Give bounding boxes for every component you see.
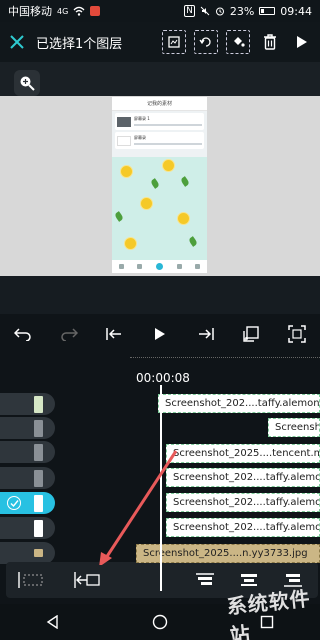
trash-icon <box>264 34 276 50</box>
preview-top-band <box>0 62 320 96</box>
align-start-icon <box>18 572 43 588</box>
phone-card-2-title: 屏幕录 <box>134 134 146 140</box>
alarm-icon <box>215 7 224 16</box>
replace-icon <box>199 37 211 47</box>
battery-icon <box>259 7 276 15</box>
fullscreen-button[interactable] <box>285 322 309 346</box>
lemon-wallpaper <box>112 157 207 262</box>
phone-tab-bar <box>112 260 207 273</box>
carrier-label: 中国移动 <box>8 5 52 18</box>
trim-icon <box>74 572 100 588</box>
crop-layer-button[interactable] <box>162 30 186 54</box>
annotation-arrow <box>99 450 178 565</box>
back-button[interactable] <box>41 610 65 634</box>
play-icon <box>154 328 165 340</box>
top-toolbar: 已选择1个图层 <box>0 22 320 62</box>
network-label: 4G <box>57 6 69 16</box>
zoom-icon <box>20 76 35 91</box>
zoom-button[interactable] <box>14 70 40 96</box>
battery-label: 23% <box>229 4 255 18</box>
home-button[interactable] <box>148 610 172 634</box>
phone-card-2: 屏幕录 <box>115 132 204 149</box>
notification-icon <box>90 6 101 16</box>
redo-icon <box>60 328 78 341</box>
phone-card-1-title: 屏幕录 1 <box>134 115 150 121</box>
preview-bottom-band <box>0 276 320 314</box>
align-top-button[interactable] <box>190 568 220 592</box>
close-icon[interactable] <box>6 31 28 53</box>
fullscreen-icon <box>288 325 306 343</box>
undo-button[interactable] <box>11 322 35 346</box>
add-layer-button[interactable] <box>239 322 263 346</box>
play-icon <box>297 36 307 48</box>
playback-controls <box>0 318 320 350</box>
clock-label: 09:44 <box>280 4 312 18</box>
wifi-icon <box>73 6 85 16</box>
phone-card-1: 屏幕录 1 <box>115 113 204 130</box>
mute-icon <box>200 6 210 16</box>
crop-icon <box>168 36 180 48</box>
nfc-icon: N <box>184 5 195 17</box>
paint-bucket-icon <box>234 37 245 47</box>
phone-screenshot-preview: 记我的素材 屏幕录 1 屏幕录 <box>112 97 207 273</box>
trim-to-playhead-button[interactable] <box>72 568 102 592</box>
redo-button[interactable] <box>57 322 81 346</box>
phone-app-title: 记我的素材 <box>112 97 207 111</box>
align-middle-icon <box>241 574 257 586</box>
jump-end-icon <box>198 328 214 340</box>
delete-layer-button[interactable] <box>258 30 282 54</box>
undo-icon <box>13 328 31 341</box>
app-screen: 中国移动 4G N 23% 09:44 已选择1个图层 记我的素材 屏幕录 1 … <box>0 0 320 640</box>
jump-start-icon <box>106 328 122 340</box>
watermark-text: 系统软件站 <box>225 586 312 640</box>
selection-title: 已选择1个图层 <box>36 36 123 52</box>
play-button[interactable] <box>148 322 172 346</box>
jump-start-button[interactable] <box>102 322 126 346</box>
add-layer-icon <box>243 326 260 342</box>
play-preview-button[interactable] <box>290 30 314 54</box>
timeline[interactable]: 00:00:08 Screenshot_202....taffy.alemon.… <box>0 355 320 591</box>
adjust-layer-button[interactable] <box>226 30 250 54</box>
jump-end-button[interactable] <box>194 322 218 346</box>
align-start-button[interactable] <box>16 568 46 592</box>
back-icon <box>47 615 59 629</box>
status-bar: 中国移动 4G N 23% 09:44 <box>0 0 320 22</box>
replace-layer-button[interactable] <box>194 30 218 54</box>
align-top-icon <box>196 573 214 585</box>
home-icon <box>152 614 168 630</box>
